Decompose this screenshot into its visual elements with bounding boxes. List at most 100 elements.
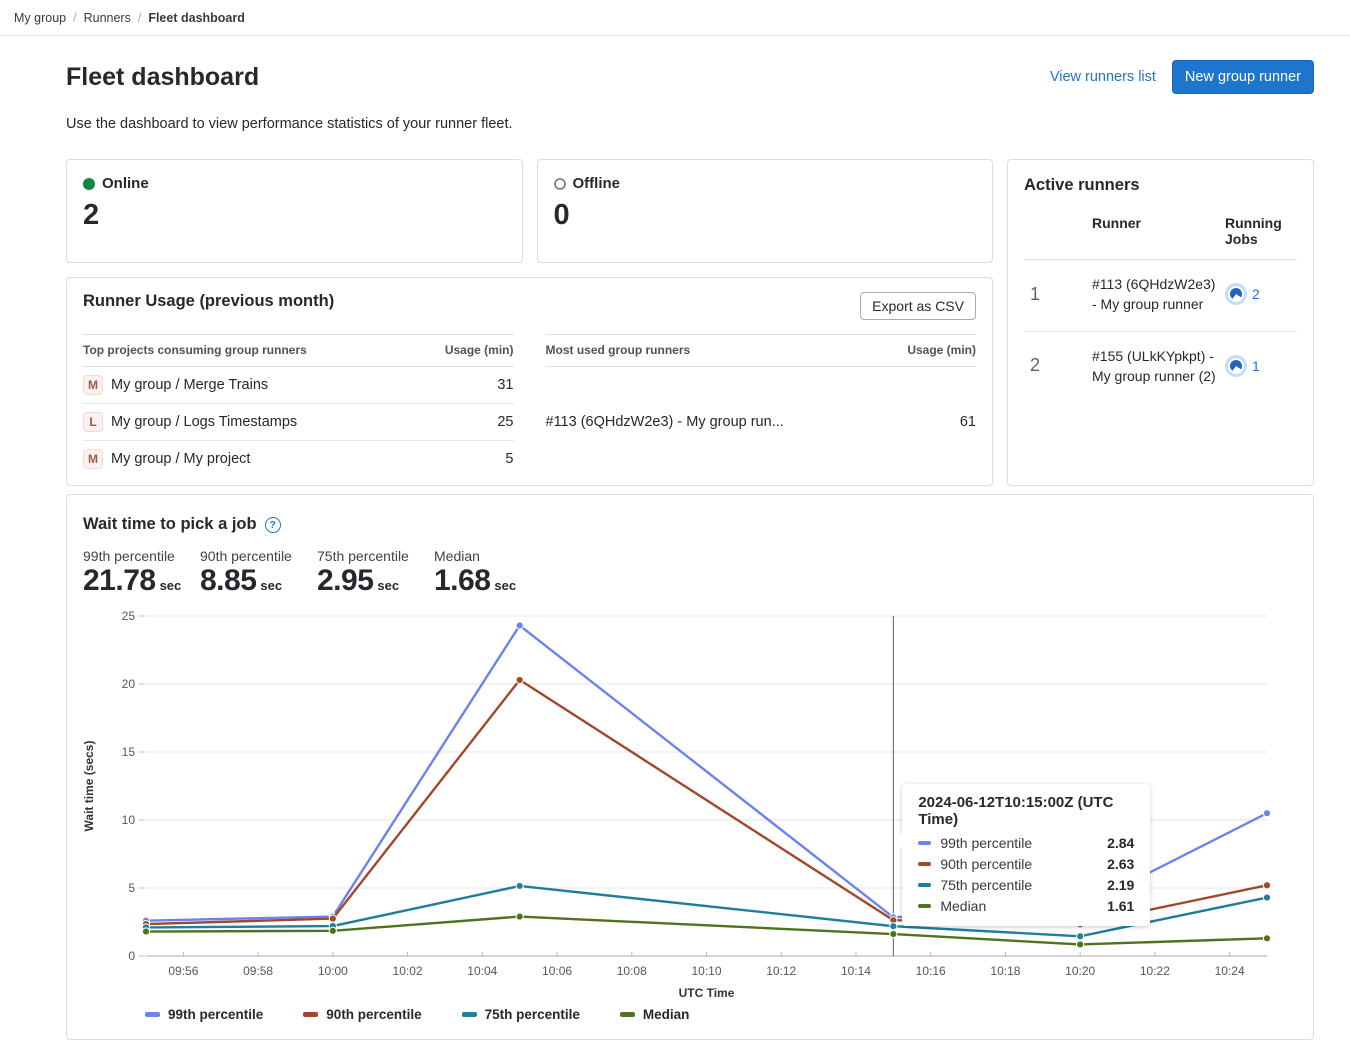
- x-axis-tick-label: 10:02: [393, 964, 423, 978]
- page-title: Fleet dashboard: [66, 63, 259, 92]
- usage-minutes: 61: [880, 367, 976, 478]
- x-axis-title: UTC Time: [679, 986, 735, 1000]
- y-axis-tick-label: 15: [122, 745, 136, 759]
- runner-name: #113 (6QHdzW2e3) - My group runner: [1092, 274, 1217, 315]
- project-name: My group / Merge Trains: [111, 377, 268, 393]
- stat-median: Median 1.68sec: [434, 548, 534, 596]
- offline-status-icon: [554, 178, 566, 190]
- tooltip-series-value: 2.84: [1107, 835, 1134, 851]
- wait-time-stats: 99th percentile 21.78sec 90th percentile…: [83, 548, 1297, 596]
- project-avatar: L: [83, 412, 103, 432]
- x-axis-tick-label: 10:18: [990, 964, 1020, 978]
- data-point: [516, 882, 523, 889]
- data-point: [1263, 810, 1270, 817]
- view-runners-list-link[interactable]: View runners list: [1050, 69, 1156, 85]
- stat-label: 99th percentile: [83, 548, 183, 564]
- y-axis-tick-label: 25: [122, 609, 136, 623]
- series-color-swatch: [918, 841, 931, 845]
- runner-usage-title: Runner Usage (previous month): [83, 292, 334, 311]
- x-axis-tick-label: 10:12: [766, 964, 796, 978]
- tooltip-series-name: 99th percentile: [940, 835, 1032, 851]
- legend-item-median[interactable]: Median: [620, 1007, 690, 1022]
- top-projects-table: Top projects consuming group runners Usa…: [83, 334, 514, 477]
- y-axis-tick-label: 0: [128, 949, 135, 963]
- runner-rank: 2: [1024, 355, 1084, 376]
- x-axis-tick-label: 10:16: [916, 964, 946, 978]
- breadcrumb-runners[interactable]: Runners: [84, 11, 131, 25]
- export-csv-button[interactable]: Export as CSV: [860, 292, 976, 320]
- runner-name: #113 (6QHdzW2e3) - My group run...: [546, 367, 880, 478]
- legend-item-75th-percentile[interactable]: 75th percentile: [462, 1007, 580, 1022]
- table-row: M My group / Merge Trains 31: [83, 367, 514, 404]
- legend-label: 90th percentile: [326, 1007, 421, 1022]
- usage-minutes: 25: [412, 404, 513, 441]
- offline-runners-card: Offline 0: [537, 159, 994, 263]
- wait-time-title: Wait time to pick a job: [83, 515, 257, 534]
- data-point: [1263, 882, 1270, 889]
- legend-item-90th-percentile[interactable]: 90th percentile: [303, 1007, 421, 1022]
- x-axis-tick-label: 10:24: [1215, 964, 1245, 978]
- legend-label: Median: [643, 1007, 690, 1022]
- online-count: 2: [83, 201, 506, 230]
- running-status-icon: [1225, 283, 1247, 305]
- series-color-swatch: [303, 1012, 318, 1017]
- project-avatar: M: [83, 375, 103, 395]
- series-color-swatch: [620, 1012, 635, 1017]
- stat-value: 1.68: [434, 564, 490, 597]
- stat-99th-percentile: 99th percentile 21.78 sec: [83, 548, 183, 596]
- series-color-swatch: [918, 883, 931, 887]
- stat-value: 21.78: [83, 564, 156, 597]
- stat-label: Median: [434, 548, 534, 564]
- data-point: [890, 923, 897, 930]
- series-color-swatch: [918, 904, 931, 908]
- online-label: Online: [102, 175, 149, 192]
- active-runners-panel: Active runners Runner Running Jobs 1 #11…: [1007, 159, 1314, 486]
- help-icon[interactable]: ?: [265, 517, 281, 533]
- x-axis-tick-label: 10:10: [691, 964, 721, 978]
- data-point: [1263, 935, 1270, 942]
- tooltip-series-value: 1.61: [1107, 898, 1134, 914]
- project-avatar: M: [83, 449, 103, 469]
- data-point: [1263, 894, 1270, 901]
- project-name: My group / My project: [111, 451, 250, 467]
- running-jobs-count-link[interactable]: 1: [1252, 358, 1260, 374]
- usage-minutes: 5: [412, 441, 513, 478]
- breadcrumb-separator: /: [138, 11, 141, 25]
- y-axis-tick-label: 5: [128, 881, 135, 895]
- legend-item-99th-percentile[interactable]: 99th percentile: [145, 1007, 263, 1022]
- running-status-icon: [1225, 355, 1247, 377]
- runner-usage-panel: Runner Usage (previous month) Export as …: [66, 277, 993, 486]
- x-axis-tick-label: 10:22: [1140, 964, 1170, 978]
- offline-label: Offline: [573, 175, 621, 192]
- chart-legend: 99th percentile 90th percentile 75th per…: [145, 1007, 1297, 1022]
- breadcrumb-separator: /: [73, 11, 76, 25]
- stat-unit: sec: [377, 578, 399, 593]
- online-runners-card: Online 2: [66, 159, 523, 263]
- new-group-runner-button[interactable]: New group runner: [1172, 60, 1314, 94]
- table-row: 1 #113 (6QHdzW2e3) - My group runner 2: [1024, 260, 1297, 332]
- stat-value: 8.85: [200, 564, 256, 597]
- table-row: 2 #155 (ULkKYpkpt) - My group runner (2)…: [1024, 332, 1297, 403]
- running-jobs-count-link[interactable]: 2: [1252, 286, 1260, 302]
- column-header-usage-min: Usage (min): [880, 335, 976, 367]
- active-runners-title: Active runners: [1024, 176, 1297, 195]
- breadcrumb-my-group[interactable]: My group: [14, 11, 66, 25]
- x-axis-tick-label: 10:20: [1065, 964, 1095, 978]
- x-axis-tick-label: 10:04: [467, 964, 497, 978]
- column-header-most-used-runners: Most used group runners: [546, 335, 880, 367]
- stat-90th-percentile: 90th percentile 8.85sec: [200, 548, 300, 596]
- stat-unit: sec: [260, 578, 282, 593]
- stat-label: 75th percentile: [317, 548, 417, 564]
- stat-unit: sec: [160, 578, 182, 593]
- column-header-runner: Runner: [1092, 215, 1217, 247]
- x-axis-tick-label: 09:58: [243, 964, 273, 978]
- most-used-runners-table: Most used group runners Usage (min) #113…: [546, 334, 977, 477]
- project-name: My group / Logs Timestamps: [111, 414, 297, 430]
- column-header-usage-min: Usage (min): [412, 335, 513, 367]
- data-point: [516, 622, 523, 629]
- y-axis-tick-label: 10: [122, 813, 136, 827]
- y-axis-tick-label: 20: [122, 677, 136, 691]
- data-point: [516, 676, 523, 683]
- data-point: [1077, 933, 1084, 940]
- legend-label: 99th percentile: [168, 1007, 263, 1022]
